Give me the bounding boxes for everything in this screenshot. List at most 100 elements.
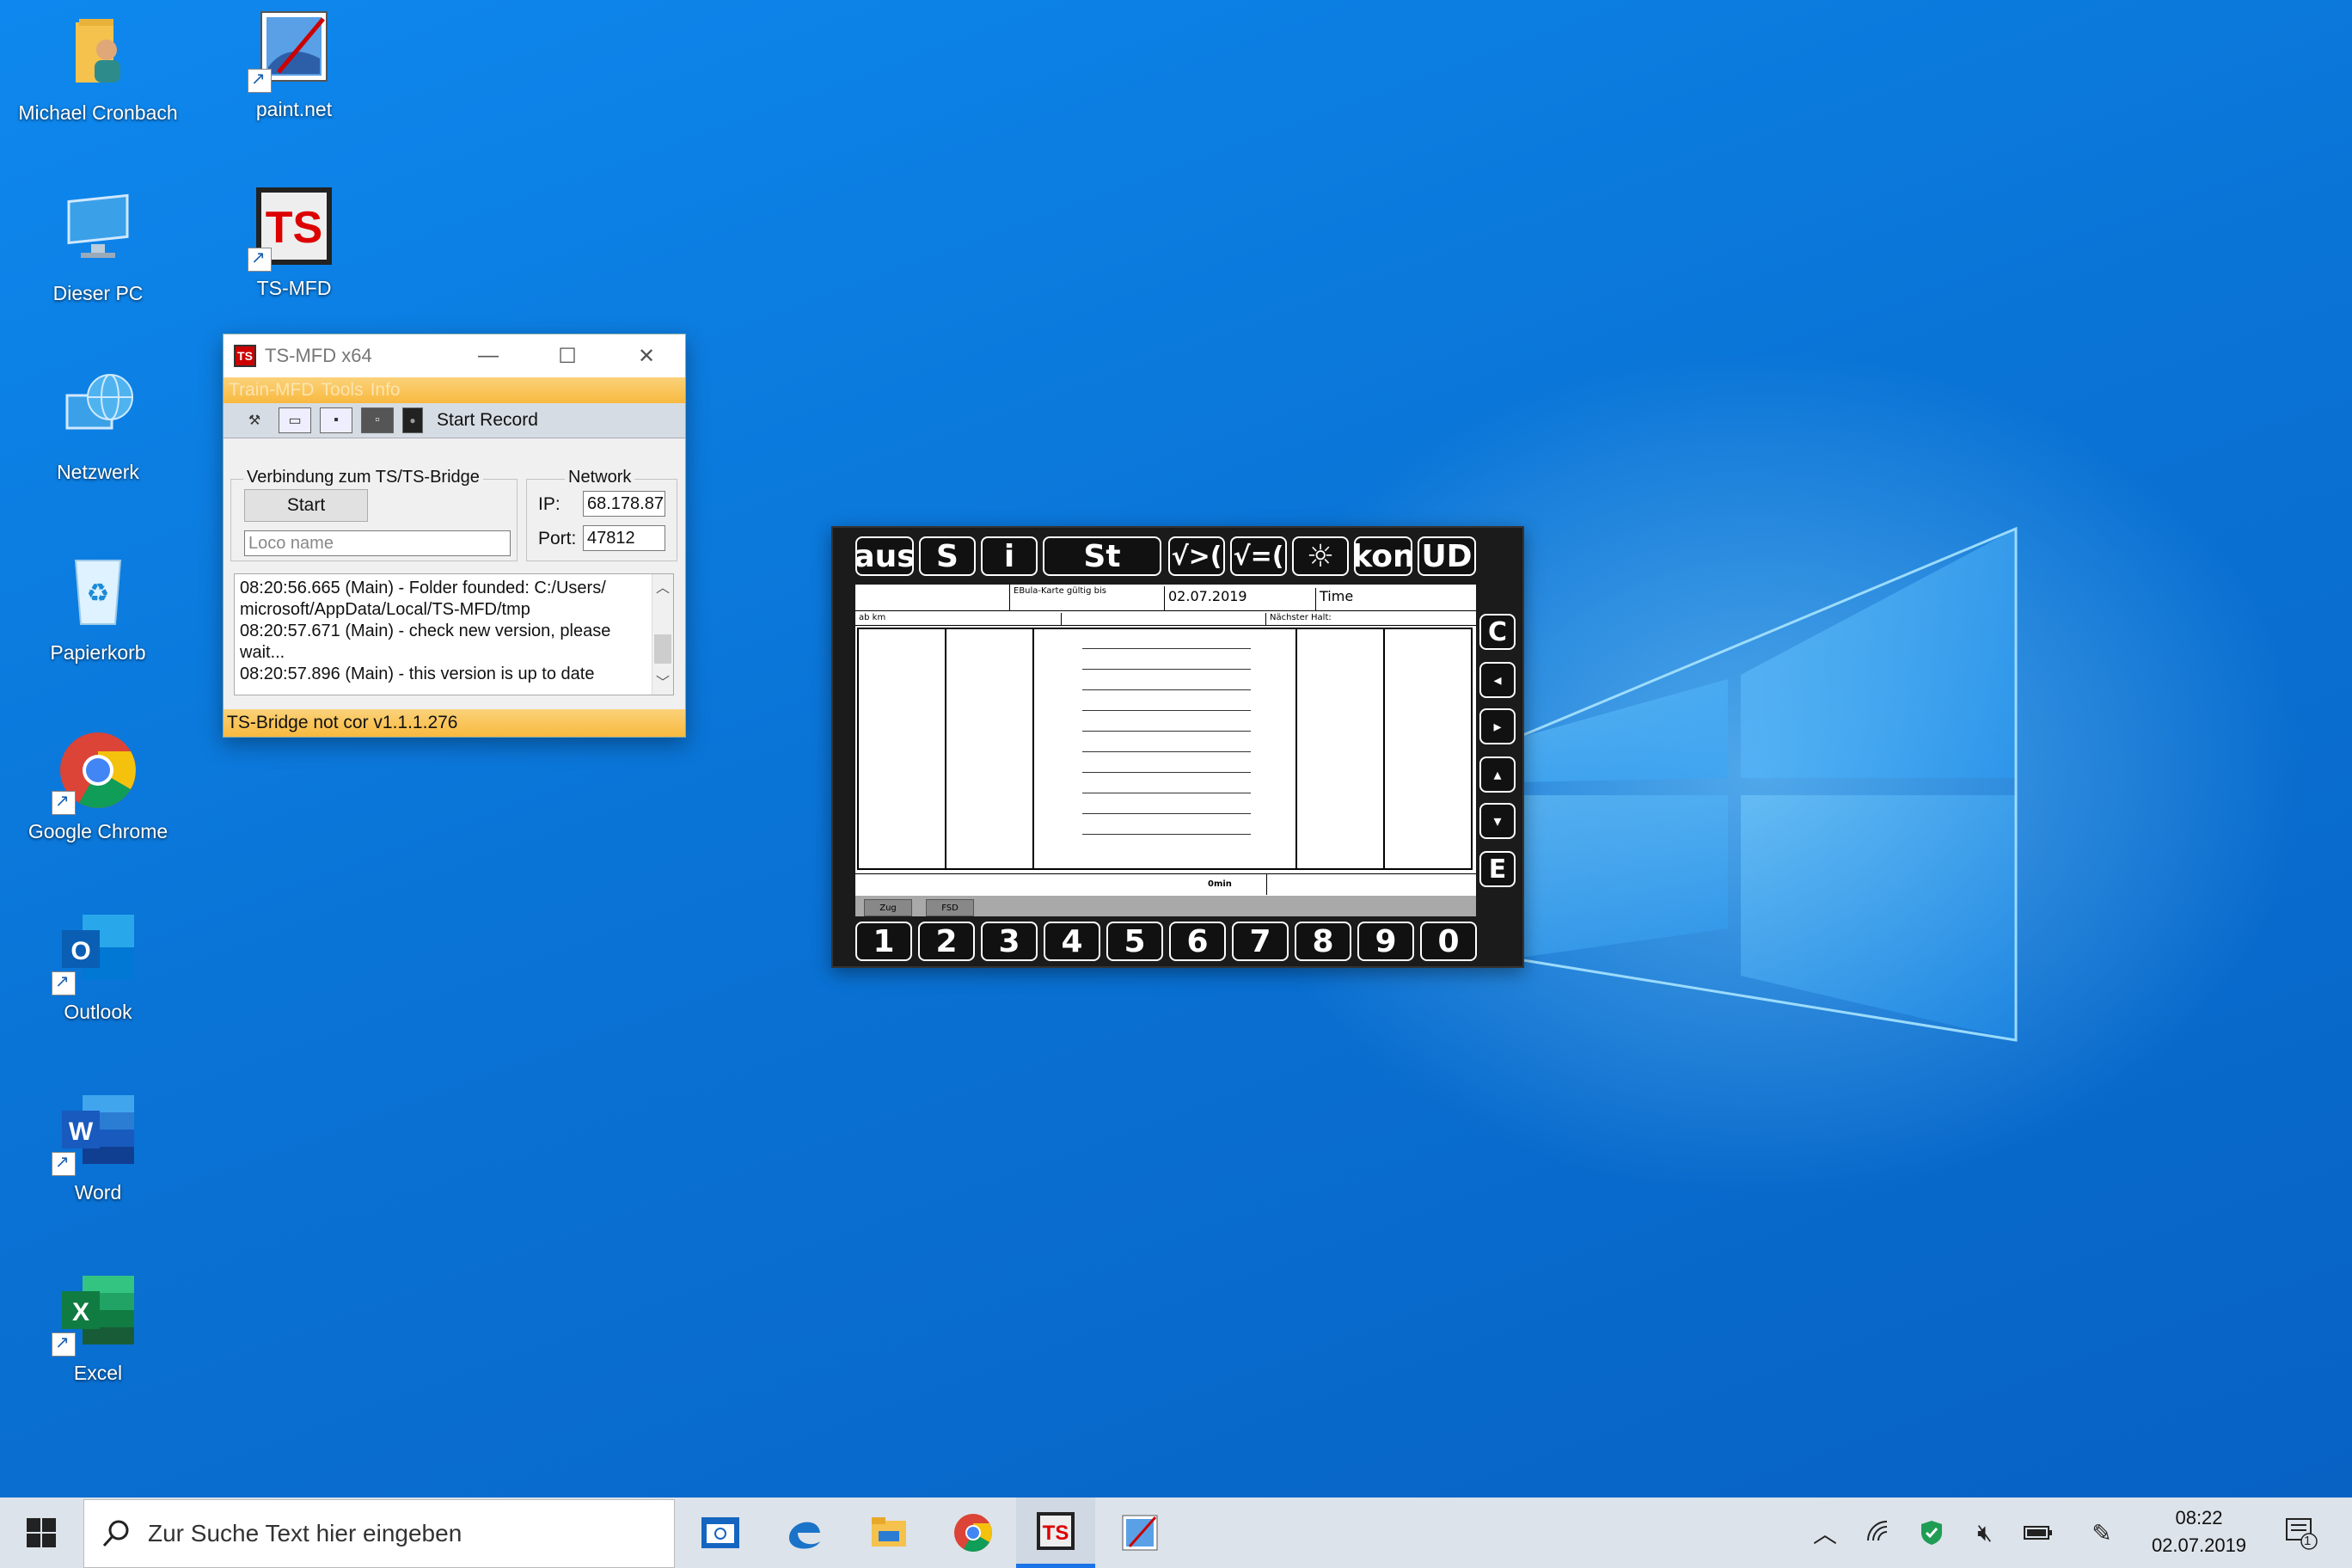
mfd-key-greater[interactable]: √>( [1168,536,1225,576]
mfd-key-kon[interactable]: kon [1354,536,1412,576]
port-field[interactable]: 47812 [583,525,665,551]
loco-name-input[interactable]: Loco name [244,530,511,556]
taskbar-task-view[interactable] [681,1498,760,1568]
desktop-icon-paintnet[interactable]: paint.net [208,7,380,121]
log-line: 08:20:57.671 (Main) - check new version,… [240,622,611,640]
computer-icon [57,191,139,273]
taskbar-edge[interactable] [765,1498,844,1568]
mfd-key-st[interactable]: St [1043,536,1161,576]
taskbar-search-box[interactable]: Zur Suche Text hier eingeben [83,1499,675,1568]
toolbar: ⚒ ▭ ▪ ▫ ● Start Record [224,403,685,438]
taskbar-clock[interactable]: 08:22 02.07.2019 [2130,1504,2268,1559]
taskbar-file-explorer[interactable] [849,1498,928,1568]
mfd-screen: EBula-Karte gültig bis 02.07.2019 Time a… [855,585,1476,916]
desktop-icon-chrome[interactable]: Google Chrome [12,729,184,843]
display-large-icon[interactable]: ▭ [279,407,311,433]
scroll-up-icon[interactable]: ︿ [652,576,673,597]
mfd-key-5[interactable]: 5 [1106,922,1163,961]
mfd-key-brightness[interactable]: ☼ [1292,536,1349,576]
minimize-button[interactable]: — [449,334,528,377]
close-button[interactable]: ✕ [607,334,686,377]
battery-icon[interactable] [2017,1498,2060,1568]
mfd-key-left-icon[interactable]: ◂ [1479,662,1516,698]
menu-tools[interactable]: Tools [322,380,364,401]
shortcut-arrow-icon [52,1151,76,1176]
mfd-column [1297,629,1385,868]
shortcut-arrow-icon [248,68,272,93]
mfd-key-3[interactable]: 3 [981,922,1038,961]
wifi-icon[interactable] [1857,1498,1900,1568]
security-shield-icon[interactable] [1910,1498,1953,1568]
menu-bar: Train-MFD Tools Info [224,377,685,403]
scroll-down-icon[interactable]: ﹀ [652,671,673,691]
user-folder-icon [57,10,139,93]
tray-overflow-chevron-icon[interactable]: ︿ [1804,1498,1847,1568]
ip-field[interactable]: 68.178.87 [583,491,665,517]
start-button[interactable]: Start [244,489,368,522]
mfd-row-line [1082,751,1251,752]
mfd-row-line [1082,669,1251,670]
mfd-key-right-icon[interactable]: ▸ [1479,708,1516,744]
mfd-key-i[interactable]: i [981,536,1038,576]
mfd-key-aus[interactable]: aus [855,536,914,576]
desktop-icon-outlook[interactable]: O Outlook [12,910,184,1024]
display-small-icon[interactable]: ▪ [320,407,352,433]
word-icon: W [52,1090,139,1176]
desktop-icon-label: Michael Cronbach [18,101,178,124]
desktop-icon-recycle-bin[interactable]: ♻ Papierkorb [12,550,184,665]
mfd-key-9[interactable]: 9 [1357,922,1414,961]
mfd-key-up-icon[interactable]: ▴ [1479,756,1516,793]
clock-time: 08:22 [2175,1507,2223,1528]
start-button[interactable] [0,1498,83,1568]
status-bar: TS-Bridge not cor v1.1.1.276 [224,709,685,737]
desktop-icon-user-folder[interactable]: Michael Cronbach [12,10,184,125]
desktop-icon-tsmfd[interactable]: TS TS-MFD [208,186,380,300]
excel-icon: X [52,1271,139,1357]
mfd-row-line [1082,689,1251,690]
volume-muted-icon[interactable]: 🔇︎ [1963,1498,2006,1568]
action-center-button[interactable]: 1 [2275,1498,2326,1568]
mfd-footer-row: 0min [855,873,1476,895]
fsd-button[interactable]: FSD [926,899,974,916]
desktop-icon-this-pc[interactable]: Dieser PC [12,191,184,305]
svg-text:♻: ♻ [87,579,110,609]
taskbar-chrome[interactable] [934,1498,1013,1568]
maximize-button[interactable]: ☐ [528,334,607,377]
desktop-icon-label: Papierkorb [50,641,146,664]
window-titlebar[interactable]: TS TS-MFD x64 — ☐ ✕ [224,334,685,377]
mfd-key-7[interactable]: 7 [1232,922,1289,961]
menu-info[interactable]: Info [371,380,401,401]
mfd-row-line [1082,772,1251,773]
signal-icon[interactable]: ● [402,407,423,433]
mfd-key-equal[interactable]: √=( [1230,536,1287,576]
search-icon [102,1520,129,1547]
tools-icon[interactable]: ⚒ [239,408,270,432]
desktop-icon-label: Dieser PC [52,282,144,304]
desktop-icon-label: paint.net [255,98,333,120]
mfd-key-e[interactable]: E [1479,851,1516,887]
desktop-icon-excel[interactable]: X Excel [12,1271,184,1385]
mfd-key-s[interactable]: S [919,536,976,576]
taskbar-paintnet[interactable] [1100,1498,1179,1568]
log-output[interactable]: 08:20:56.665 (Main) - Folder founded: C:… [234,573,674,695]
taskbar-tsmfd[interactable]: TS [1016,1498,1095,1568]
pen-icon[interactable]: ✎ [2080,1498,2123,1568]
log-scrollbar[interactable]: ︿ ﹀ [652,574,673,695]
menu-train-mfd[interactable]: Train-MFD [229,380,315,401]
desktop-icon-network[interactable]: Netzwerk [12,370,184,484]
desktop-icon-word[interactable]: W Word [12,1090,184,1204]
mfd-key-0[interactable]: 0 [1420,922,1477,961]
mfd-key-1[interactable]: 1 [855,922,912,961]
start-record-button[interactable]: Start Record [437,410,538,431]
zug-button[interactable]: Zug [864,899,912,916]
scroll-thumb[interactable] [654,634,671,664]
mfd-key-4[interactable]: 4 [1044,922,1100,961]
mfd-key-ud[interactable]: UD [1418,536,1476,576]
mfd-key-8[interactable]: 8 [1295,922,1351,961]
mfd-key-c[interactable]: C [1479,614,1516,650]
display-dark-icon[interactable]: ▫ [361,407,394,433]
mfd-key-down-icon[interactable]: ▾ [1479,803,1516,839]
mfd-key-6[interactable]: 6 [1169,922,1226,961]
svg-text:TS: TS [1043,1522,1069,1545]
mfd-key-2[interactable]: 2 [918,922,975,961]
